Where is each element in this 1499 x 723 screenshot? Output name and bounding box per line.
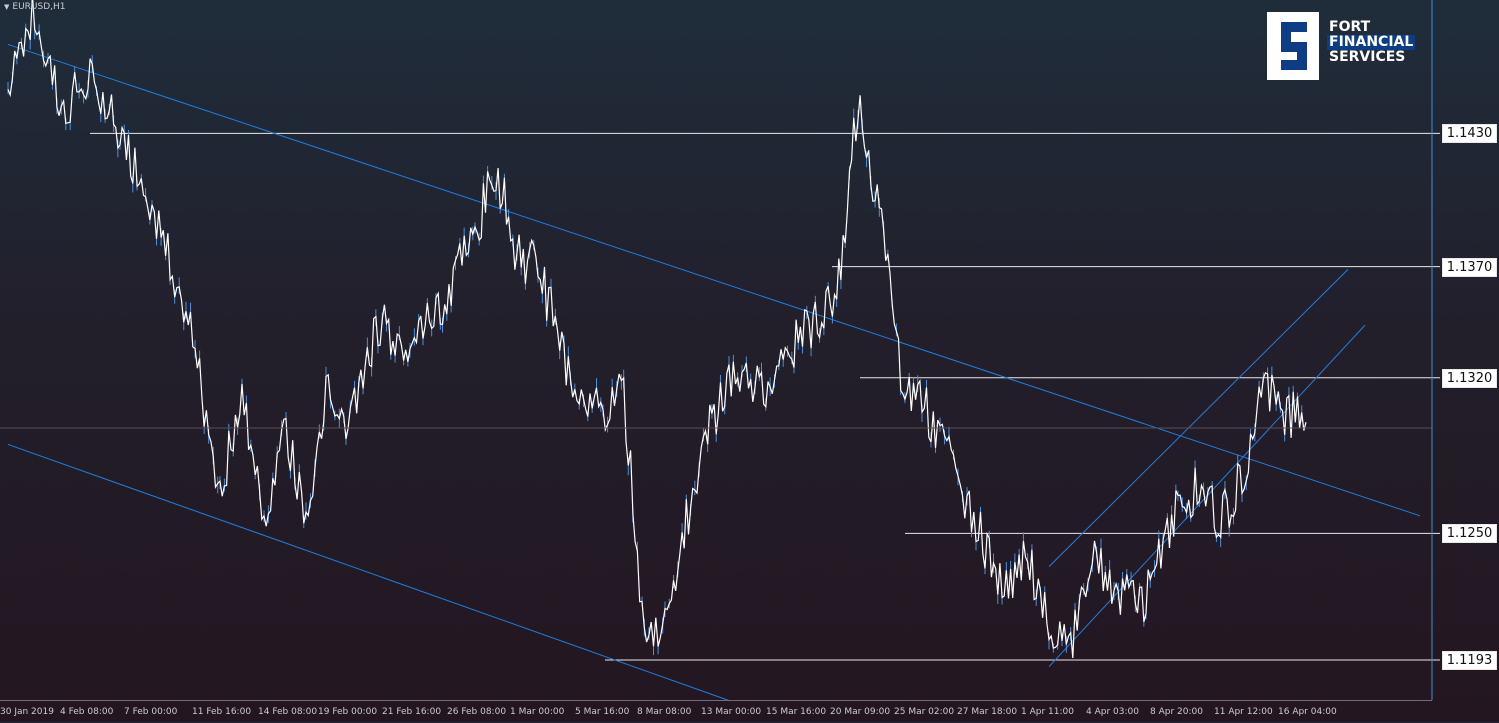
time-tick-label: 1 Mar 00:00 — [510, 707, 565, 717]
time-tick-label: 26 Feb 08:00 — [447, 707, 507, 717]
time-tick-label: 11 Apr 12:00 — [1214, 707, 1273, 717]
trendline-falling-channel-lower[interactable] — [7, 443, 731, 702]
symbol-label: ▼ EURUSD,H1 — [4, 2, 66, 12]
price-series — [7, 0, 1307, 659]
brand-logo: FORT FINANCIAL SERVICES — [1267, 12, 1416, 80]
time-tick-label: 27 Mar 18:00 — [957, 707, 1018, 717]
price-label-1.1370: 1.1370 — [1442, 257, 1497, 277]
logo-mark-icon — [1267, 12, 1319, 80]
time-tick-label: 15 Mar 16:00 — [766, 707, 827, 717]
trendline-rising-channel-upper[interactable] — [1048, 268, 1349, 568]
price-label-1.1430: 1.1430 — [1442, 124, 1497, 144]
time-tick-label: 11 Feb 16:00 — [192, 707, 252, 717]
logo-text: FORT FINANCIAL SERVICES — [1327, 12, 1416, 80]
time-tick-label: 7 Feb 00:00 — [124, 707, 178, 717]
time-tick-label: 13 Mar 00:00 — [701, 707, 762, 717]
chart-canvas — [0, 0, 1440, 702]
time-tick-label: 30 Jan 2019 — [0, 707, 54, 717]
time-tick-label: 8 Mar 08:00 — [637, 707, 692, 717]
time-tick-label: 19 Feb 00:00 — [318, 707, 378, 717]
price-label-1.1320: 1.1320 — [1442, 368, 1497, 388]
time-tick-label: 20 Mar 09:00 — [830, 707, 891, 717]
time-axis: 30 Jan 2019 4 Feb 08:00 7 Feb 00:00 11 Feb … — [0, 700, 1432, 723]
time-tick-label: 4 Feb 08:00 — [60, 707, 114, 717]
time-tick-label: 21 Feb 16:00 — [382, 707, 442, 717]
time-tick-label: 1 Apr 11:00 — [1021, 707, 1074, 717]
time-tick-label: 5 Mar 16:00 — [575, 707, 630, 717]
dropdown-triangle-icon[interactable]: ▼ — [4, 3, 9, 11]
symbol-text: EURUSD,H1 — [12, 2, 66, 12]
price-label-1.1250: 1.1250 — [1442, 524, 1497, 544]
logo-line-2: FINANCIAL — [1327, 34, 1416, 50]
time-tick-label: 25 Mar 02:00 — [894, 707, 955, 717]
logo-line-3: SERVICES — [1329, 49, 1406, 65]
trendline-falling-channel-upper[interactable] — [7, 43, 1421, 517]
time-tick-label: 4 Apr 03:00 — [1086, 707, 1139, 717]
price-label-1.1193: 1.1193 — [1442, 651, 1497, 670]
time-tick-label: 8 Apr 20:00 — [1150, 707, 1203, 717]
time-tick-label: 16 Apr 04:00 — [1278, 707, 1337, 717]
logo-line-1: FORT — [1329, 19, 1371, 35]
time-tick-label: 14 Feb 08:00 — [258, 707, 318, 717]
